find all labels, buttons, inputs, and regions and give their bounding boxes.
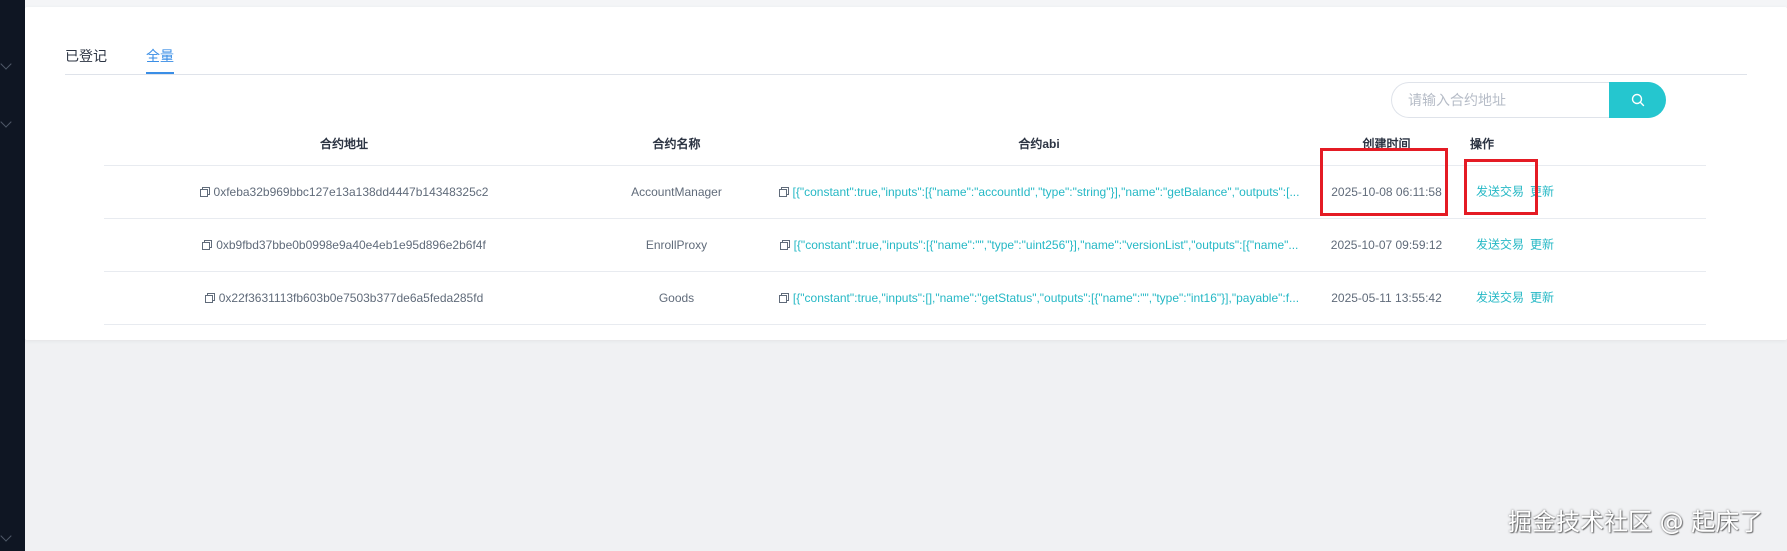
address-cell: 0xfeba32b969bbc127e13a138dd4447b14348325…	[104, 166, 584, 218]
actions-cell: 发送交易 更新	[1464, 272, 1706, 324]
created-time: 2025-10-07 09:59:12	[1330, 238, 1443, 252]
contract-name: AccountManager	[631, 185, 722, 199]
contract-abi[interactable]: [{"constant":true,"inputs":[{"name":"","…	[794, 238, 1299, 252]
header-name: 合约名称	[652, 136, 701, 151]
top-strip	[25, 0, 1787, 7]
contract-abi[interactable]: [{"constant":true,"inputs":[],"name":"ge…	[793, 291, 1299, 305]
header-abi: 合约abi	[1018, 136, 1060, 151]
copy-icon[interactable]	[204, 293, 215, 303]
table-row: 0xb9fbd37bbe0b0998e9a40e4eb1e95d896e2b6f…	[104, 219, 1706, 272]
contract-name: Goods	[658, 291, 695, 305]
watermark: 掘金技术社区 @ 起床了	[1508, 508, 1764, 536]
send-transaction-link[interactable]: 发送交易	[1476, 289, 1524, 306]
contract-name: EnrollProxy	[645, 238, 708, 252]
contract-address: 0x22f3631113fb603b0e7503b377de6a5feda285…	[218, 291, 484, 305]
contract-address: 0xfeba32b969bbc127e13a138dd4447b14348325…	[213, 185, 489, 199]
copy-icon[interactable]	[202, 240, 213, 250]
send-transaction-link[interactable]: 发送交易	[1476, 236, 1524, 253]
table-row: 0x22f3631113fb603b0e7503b377de6a5feda285…	[104, 272, 1706, 325]
copy-icon[interactable]	[778, 187, 789, 197]
highlight-box-send-transaction	[1464, 159, 1538, 215]
update-link[interactable]: 更新	[1530, 289, 1554, 306]
header-address: 合约地址	[319, 136, 368, 151]
search-bar	[1391, 82, 1677, 118]
chevron-icon[interactable]	[0, 116, 12, 128]
active-tab-indicator	[146, 72, 174, 74]
address-cell: 0xb9fbd37bbe0b0998e9a40e4eb1e95d896e2b6f…	[104, 219, 584, 271]
chevron-icon[interactable]	[0, 58, 12, 70]
abi-cell: [{"constant":true,"inputs":[{"name":"acc…	[769, 166, 1309, 218]
chevron-icon[interactable]	[0, 530, 12, 542]
sidebar	[0, 0, 25, 551]
contract-abi[interactable]: [{"constant":true,"inputs":[{"name":"acc…	[793, 185, 1300, 199]
header-actions: 操作	[1470, 136, 1495, 151]
created-time: 2025-05-11 13:55:42	[1331, 291, 1442, 305]
contract-address-search-input[interactable]	[1391, 82, 1611, 118]
contract-address: 0xb9fbd37bbe0b0998e9a40e4eb1e95d896e2b6f…	[216, 238, 486, 252]
tab-all[interactable]: 全量	[146, 46, 174, 66]
abi-cell: [{"constant":true,"inputs":[],"name":"ge…	[769, 272, 1309, 324]
copy-icon[interactable]	[778, 293, 789, 303]
tab-registered[interactable]: 已登记	[65, 46, 107, 66]
search-icon	[1631, 93, 1644, 107]
tab-bar: 已登记 全量	[65, 39, 1747, 75]
address-cell: 0x22f3631113fb603b0e7503b377de6a5feda285…	[104, 272, 584, 324]
highlight-box-created-time	[1320, 148, 1448, 216]
abi-cell: [{"constant":true,"inputs":[{"name":"","…	[769, 219, 1309, 271]
search-button[interactable]	[1609, 82, 1666, 118]
copy-icon[interactable]	[779, 240, 790, 250]
update-link[interactable]: 更新	[1530, 236, 1554, 253]
copy-icon[interactable]	[199, 187, 210, 197]
actions-cell: 发送交易 更新	[1464, 219, 1706, 271]
